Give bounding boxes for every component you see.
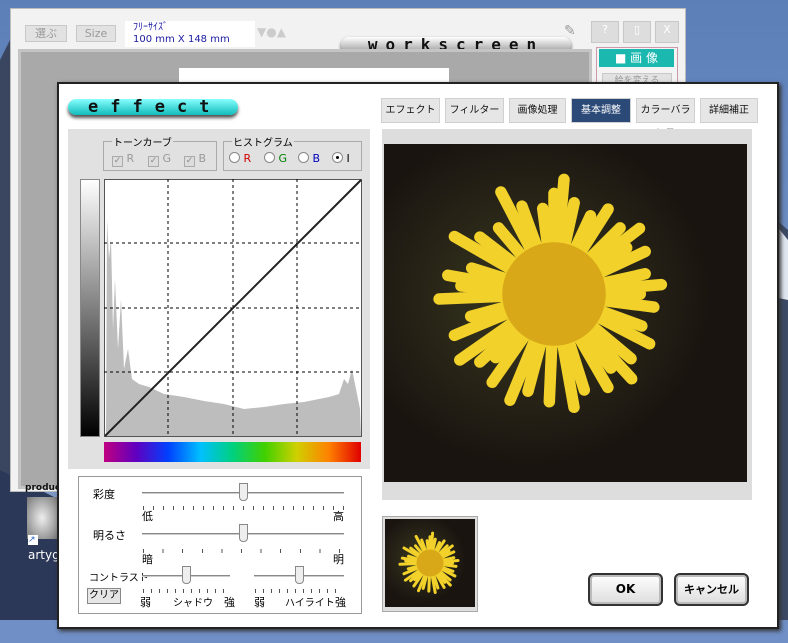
arrow-icons[interactable]: ▼●▲ bbox=[257, 25, 286, 39]
preview-image bbox=[384, 144, 747, 482]
tab-color-balance[interactable]: カラーバランス bbox=[636, 98, 695, 139]
shadow-slider[interactable] bbox=[182, 566, 191, 584]
tone-panel: トーンカーブ ✓ R ✓ G ✓ B ヒストグラム R G B I bbox=[68, 129, 370, 469]
product-label: produc bbox=[25, 483, 61, 493]
highlight-min-label: 弱 bbox=[254, 596, 265, 609]
ok-button[interactable]: OK bbox=[588, 573, 663, 606]
saturation-min-label: 低 bbox=[142, 510, 153, 523]
tone-b-checkbox[interactable]: ✓ B bbox=[184, 152, 206, 167]
hist-g-radio[interactable]: G bbox=[264, 152, 287, 165]
brightness-label: 明るさ bbox=[93, 529, 126, 542]
brightness-max-label: 明 bbox=[333, 553, 344, 566]
tab-effect[interactable]: エフェクト bbox=[381, 98, 440, 123]
gray-gradient-bar bbox=[80, 179, 100, 437]
effect-logo: effect bbox=[68, 99, 238, 116]
size-dims: 100 mm X 148 mm bbox=[133, 34, 230, 45]
saturation-slider[interactable] bbox=[239, 483, 248, 501]
highlight-label: ハイライト bbox=[285, 598, 335, 609]
highlight-ticks bbox=[255, 589, 343, 593]
clear-button[interactable]: クリア bbox=[87, 588, 121, 604]
tab-image-processing[interactable]: 画像処理 bbox=[509, 98, 566, 123]
shadow-min-label: 弱 bbox=[140, 596, 151, 609]
adjustment-sliders: 彩度 低 高 明るさ 暗 明 コントラスト クリア 弱 シャドウ 強 弱 ハイラ… bbox=[78, 476, 362, 614]
effect-dialog: effect エフェクト フィルター 画像処理 基本調整 カラーバランス 詳細補… bbox=[57, 82, 779, 629]
close-button[interactable]: X bbox=[655, 21, 679, 43]
histogram-group: ヒストグラム R G B I bbox=[223, 134, 362, 171]
cancel-button[interactable]: キャンセル bbox=[674, 573, 749, 606]
tone-r-checkbox[interactable]: ✓ R bbox=[112, 152, 134, 167]
thumbnail-frame[interactable] bbox=[382, 516, 478, 612]
size-name: ﾌﾘｰｻｲｽﾞ bbox=[133, 22, 168, 33]
hist-r-radio[interactable]: R bbox=[229, 152, 251, 165]
tone-curve-group: トーンカーブ ✓ R ✓ G ✓ B bbox=[103, 134, 217, 171]
brightness-min-label: 暗 bbox=[142, 553, 153, 566]
highlight-max-label: 強 bbox=[335, 596, 346, 609]
size-button[interactable]: Size bbox=[76, 25, 116, 42]
histogram-label: ヒストグラム bbox=[232, 134, 294, 149]
saturation-max-label: 高 bbox=[333, 510, 344, 523]
hist-i-radio[interactable]: I bbox=[332, 152, 350, 165]
tone-curve-label: トーンカーブ bbox=[112, 134, 173, 149]
thumbnail-image bbox=[385, 519, 475, 607]
preview-frame bbox=[382, 129, 752, 500]
shadow-ticks bbox=[143, 589, 231, 593]
tab-basic-adjust[interactable]: 基本調整 bbox=[571, 98, 631, 123]
hist-b-radio[interactable]: B bbox=[298, 152, 320, 165]
help-button[interactable]: ? bbox=[591, 21, 619, 43]
shortcut-arrow-icon: ↗ bbox=[28, 535, 38, 545]
tone-curve-editor[interactable] bbox=[104, 179, 362, 437]
desktop-icon-image[interactable] bbox=[27, 497, 57, 539]
saturation-ticks bbox=[143, 506, 346, 510]
saturation-label: 彩度 bbox=[93, 488, 115, 501]
window-icon[interactable]: ▯ bbox=[623, 21, 651, 43]
shadow-label: シャドウ bbox=[173, 598, 213, 609]
contrast-label: コントラスト bbox=[89, 573, 149, 584]
brightness-slider[interactable] bbox=[239, 524, 248, 542]
select-button[interactable]: 選ぶ bbox=[25, 25, 67, 42]
image-button[interactable]: ■ 画 像 bbox=[599, 49, 674, 67]
shadow-max-label: 強 bbox=[224, 596, 235, 609]
desktop-icon-label[interactable]: artyg bbox=[28, 548, 60, 562]
color-spectrum-bar bbox=[104, 442, 361, 462]
size-display: ﾌﾘｰｻｲｽﾞ 100 mm X 148 mm bbox=[125, 21, 255, 47]
brightness-ticks bbox=[143, 549, 346, 553]
tab-detail-correction[interactable]: 詳細補正 bbox=[700, 98, 758, 123]
pencil-icon[interactable]: ✎ bbox=[564, 23, 576, 39]
tab-filter[interactable]: フィルター bbox=[445, 98, 504, 123]
highlight-slider[interactable] bbox=[295, 566, 304, 584]
tone-g-checkbox[interactable]: ✓ G bbox=[148, 152, 171, 167]
